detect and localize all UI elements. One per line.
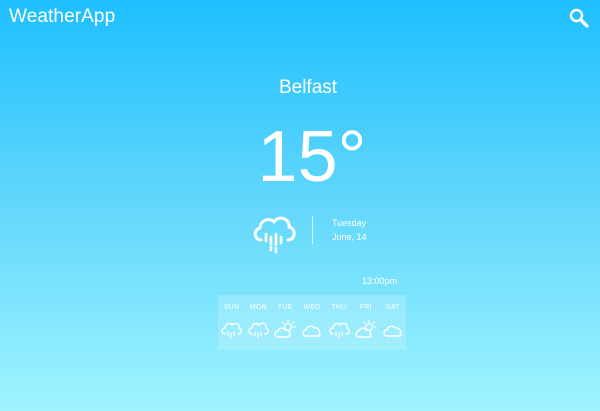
forecast-day-label: SAT [385,304,400,311]
current-day: Tuesday [332,218,367,228]
app-title: WeatherApp [9,6,116,27]
forecast-day-label: SUN [223,304,240,311]
forecast-time: 13:00pm [362,276,398,286]
forecast-day-tue[interactable]: TUE [272,295,299,350]
forecast-day-label: MON [249,304,267,311]
partly-sunny-icon [274,319,296,341]
rain-cloud-icon [251,210,297,256]
current-temperature: 15° [257,117,367,197]
forecast-day-thu[interactable]: THU [325,295,352,350]
forecast-day-sun[interactable]: SUN [218,295,245,350]
forecast-day-mon[interactable]: MON [245,295,272,350]
forecast-day-label: WED [303,304,321,311]
rain-icon [247,319,270,341]
forecast-day-fri[interactable]: FRI [352,295,379,350]
partly-sunny-icon [355,319,377,341]
current-date: June, 14 [332,232,367,242]
forecast-day-wed[interactable]: WED [299,295,326,350]
forecast-panel: SUN MON TUE WED THU FRI SAT [218,295,406,350]
search-icon[interactable] [568,7,590,29]
cloud-icon [382,319,404,341]
forecast-day-label: FRI [359,304,372,311]
forecast-day-sat[interactable]: SAT [379,295,406,350]
cloud-icon [301,319,323,341]
rain-icon [328,319,350,341]
divider [312,216,313,244]
rain-icon [220,319,243,341]
forecast-day-label: THU [331,304,347,311]
forecast-day-label: TUE [277,304,293,311]
city-name: Belfast [278,77,338,98]
